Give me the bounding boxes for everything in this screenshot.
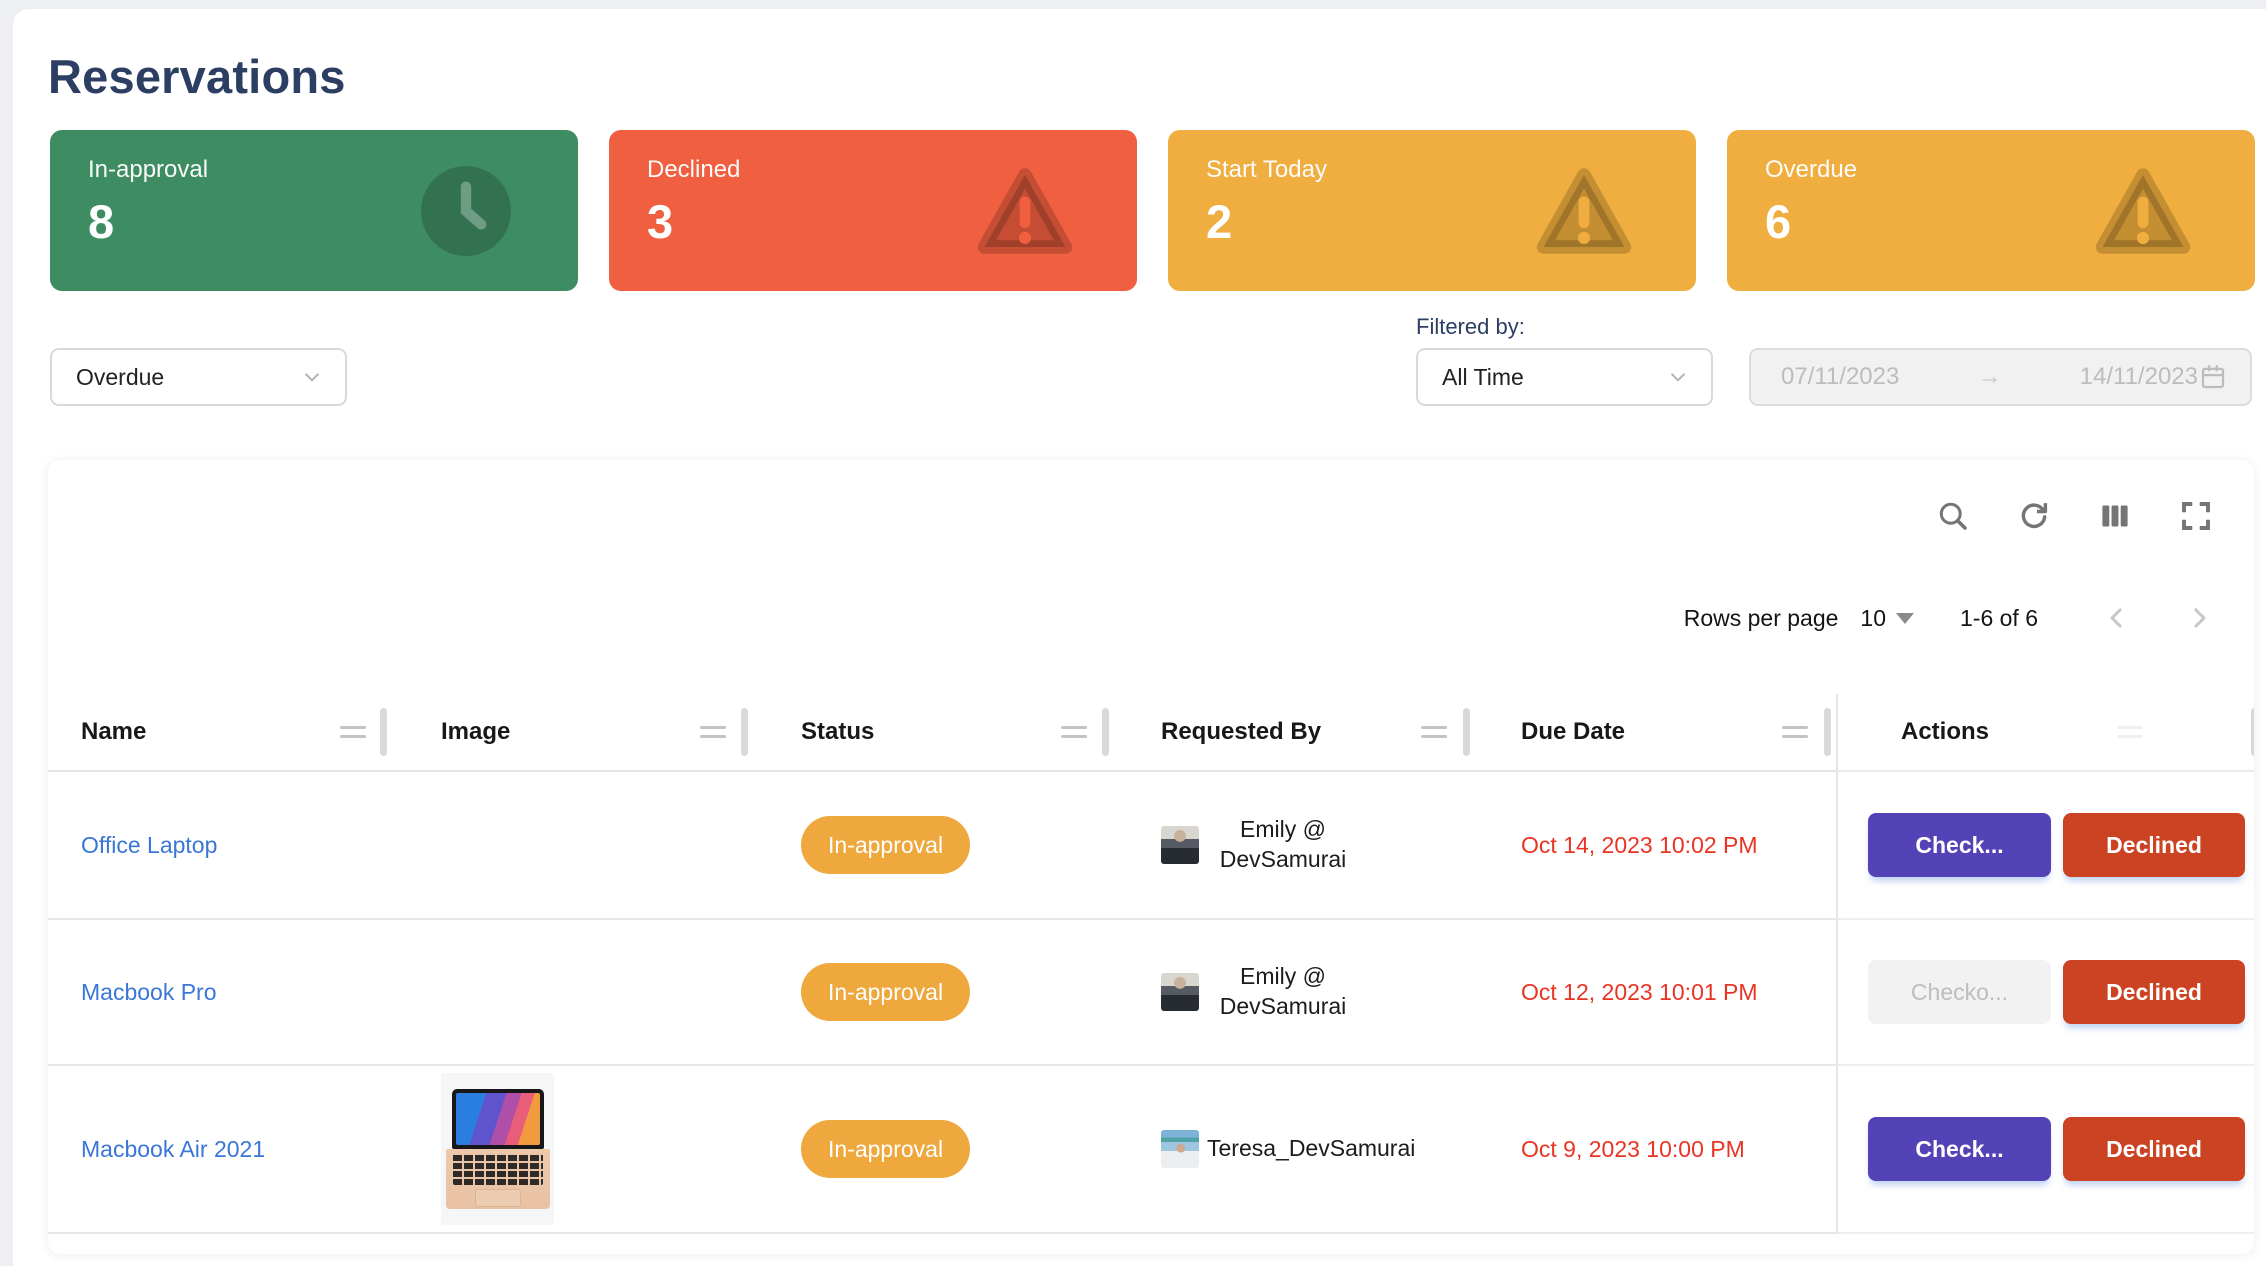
clock-icon [412, 157, 520, 265]
stat-card-start-today: Start Today 2 [1168, 130, 1696, 291]
declined-button[interactable]: Declined [2063, 1117, 2245, 1181]
chevron-down-icon [299, 364, 325, 390]
column-divider[interactable] [1824, 708, 1831, 756]
column-divider[interactable] [741, 708, 748, 756]
status-badge: In-approval [801, 963, 970, 1021]
time-filter-value: All Time [1442, 364, 1524, 391]
column-header-requested-by[interactable]: Requested By [1161, 694, 1321, 770]
status-filter-select[interactable]: Overdue [50, 348, 347, 406]
avatar [1161, 1130, 1199, 1168]
reservation-name-link[interactable]: Macbook Pro [81, 979, 217, 1006]
warning-icon [971, 157, 1079, 265]
stat-card-declined: Declined 3 [609, 130, 1137, 291]
drag-handle-icon[interactable] [700, 726, 726, 738]
date-range-input[interactable]: 07/11/2023 → 14/11/2023 [1749, 348, 2252, 406]
column-header-due-date[interactable]: Due Date [1521, 694, 1625, 770]
drag-handle-icon[interactable] [1421, 726, 1447, 738]
pinned-actions-column: Actions Check... Declined Checko... Decl… [1836, 694, 2254, 1234]
product-image-macbook-air [441, 1073, 554, 1225]
chevron-down-icon [1665, 364, 1691, 390]
avatar [1161, 973, 1199, 1011]
columns-icon[interactable] [2097, 498, 2133, 534]
requested-by-cell: Teresa_DevSamurai [1161, 1130, 1415, 1168]
avatar [1161, 826, 1199, 864]
previous-page-icon[interactable] [2102, 603, 2132, 633]
drag-handle-icon[interactable] [2117, 726, 2143, 738]
rows-per-page-value: 10 [1860, 605, 1886, 632]
declined-button[interactable]: Declined [2063, 960, 2245, 1024]
declined-button[interactable]: Declined [2063, 813, 2245, 877]
due-date: Oct 14, 2023 10:02 PM [1521, 832, 1758, 859]
date-range-end: 14/11/2023 [2080, 363, 2198, 391]
rows-per-page-select[interactable]: 10 [1860, 605, 1914, 632]
due-date: Oct 9, 2023 10:00 PM [1521, 1136, 1745, 1163]
filtered-by-label: Filtered by: [1416, 314, 1525, 340]
checkout-button-disabled[interactable]: Checko... [1868, 960, 2051, 1024]
warning-icon [1530, 157, 1638, 265]
stat-cards: In-approval 8 Declined 3 Start Today 2 [50, 130, 2266, 291]
main-panel: Reservations In-approval 8 Declined 3 St… [13, 9, 2266, 1266]
column-header-image[interactable]: Image [441, 694, 510, 770]
stat-card-overdue: Overdue 6 [1727, 130, 2255, 291]
filter-row: Overdue Filtered by: All Time 07/11/2023… [50, 348, 2266, 408]
status-badge: In-approval [801, 1120, 970, 1178]
stat-card-in-approval: In-approval 8 [50, 130, 578, 291]
column-header-status[interactable]: Status [801, 694, 874, 770]
requested-by-cell: Emily @ DevSamurai [1161, 815, 1359, 875]
actions-header: Actions [1838, 694, 2254, 772]
status-badge: In-approval [801, 816, 970, 874]
reservations-table-card: Rows per page 10 1-6 of 6 Name Image Sta… [48, 460, 2254, 1254]
pagination-range: 1-6 of 6 [1960, 605, 2038, 632]
date-range-start: 07/11/2023 [1781, 363, 1899, 391]
search-icon[interactable] [1935, 498, 1971, 534]
caret-down-icon [1896, 613, 1914, 624]
drag-handle-icon[interactable] [1782, 726, 1808, 738]
table-scroll-area: Name Image Status Requested By Due Date … [48, 694, 2254, 1234]
reservation-name-link[interactable]: Macbook Air 2021 [81, 1136, 265, 1163]
page-title: Reservations [48, 49, 2266, 104]
table-toolbar [48, 460, 2254, 534]
due-date: Oct 12, 2023 10:01 PM [1521, 979, 1758, 1006]
fullscreen-icon[interactable] [2178, 498, 2214, 534]
column-divider[interactable] [1463, 708, 1470, 756]
requested-by-name: Teresa_DevSamurai [1207, 1134, 1415, 1164]
status-filter-value: Overdue [76, 364, 164, 391]
column-divider[interactable] [380, 708, 387, 756]
column-header-actions[interactable]: Actions [1901, 718, 1989, 746]
actions-cell: Check... Declined [1838, 1066, 2254, 1234]
reservation-name-link[interactable]: Office Laptop [81, 832, 217, 859]
warning-icon [2089, 157, 2197, 265]
time-filter-select[interactable]: All Time [1416, 348, 1713, 406]
drag-handle-icon[interactable] [1061, 726, 1087, 738]
column-header-name[interactable]: Name [81, 694, 146, 770]
actions-cell: Check... Declined [1838, 772, 2254, 920]
drag-handle-icon[interactable] [340, 726, 366, 738]
requested-by-name: Emily @ DevSamurai [1207, 962, 1359, 1022]
requested-by-name: Emily @ DevSamurai [1207, 815, 1359, 875]
next-page-icon[interactable] [2184, 603, 2214, 633]
calendar-icon [2198, 362, 2228, 392]
column-divider[interactable] [2251, 708, 2254, 756]
rows-per-page-label: Rows per page [1684, 605, 1839, 632]
checkout-button[interactable]: Check... [1868, 813, 2051, 877]
date-range-arrow-icon: → [1899, 363, 2079, 391]
requested-by-cell: Emily @ DevSamurai [1161, 962, 1359, 1022]
checkout-button[interactable]: Check... [1868, 1117, 2051, 1181]
refresh-icon[interactable] [2016, 498, 2052, 534]
column-divider[interactable] [1102, 708, 1109, 756]
actions-cell: Checko... Declined [1838, 920, 2254, 1066]
pagination-bar: Rows per page 10 1-6 of 6 [48, 598, 2254, 638]
